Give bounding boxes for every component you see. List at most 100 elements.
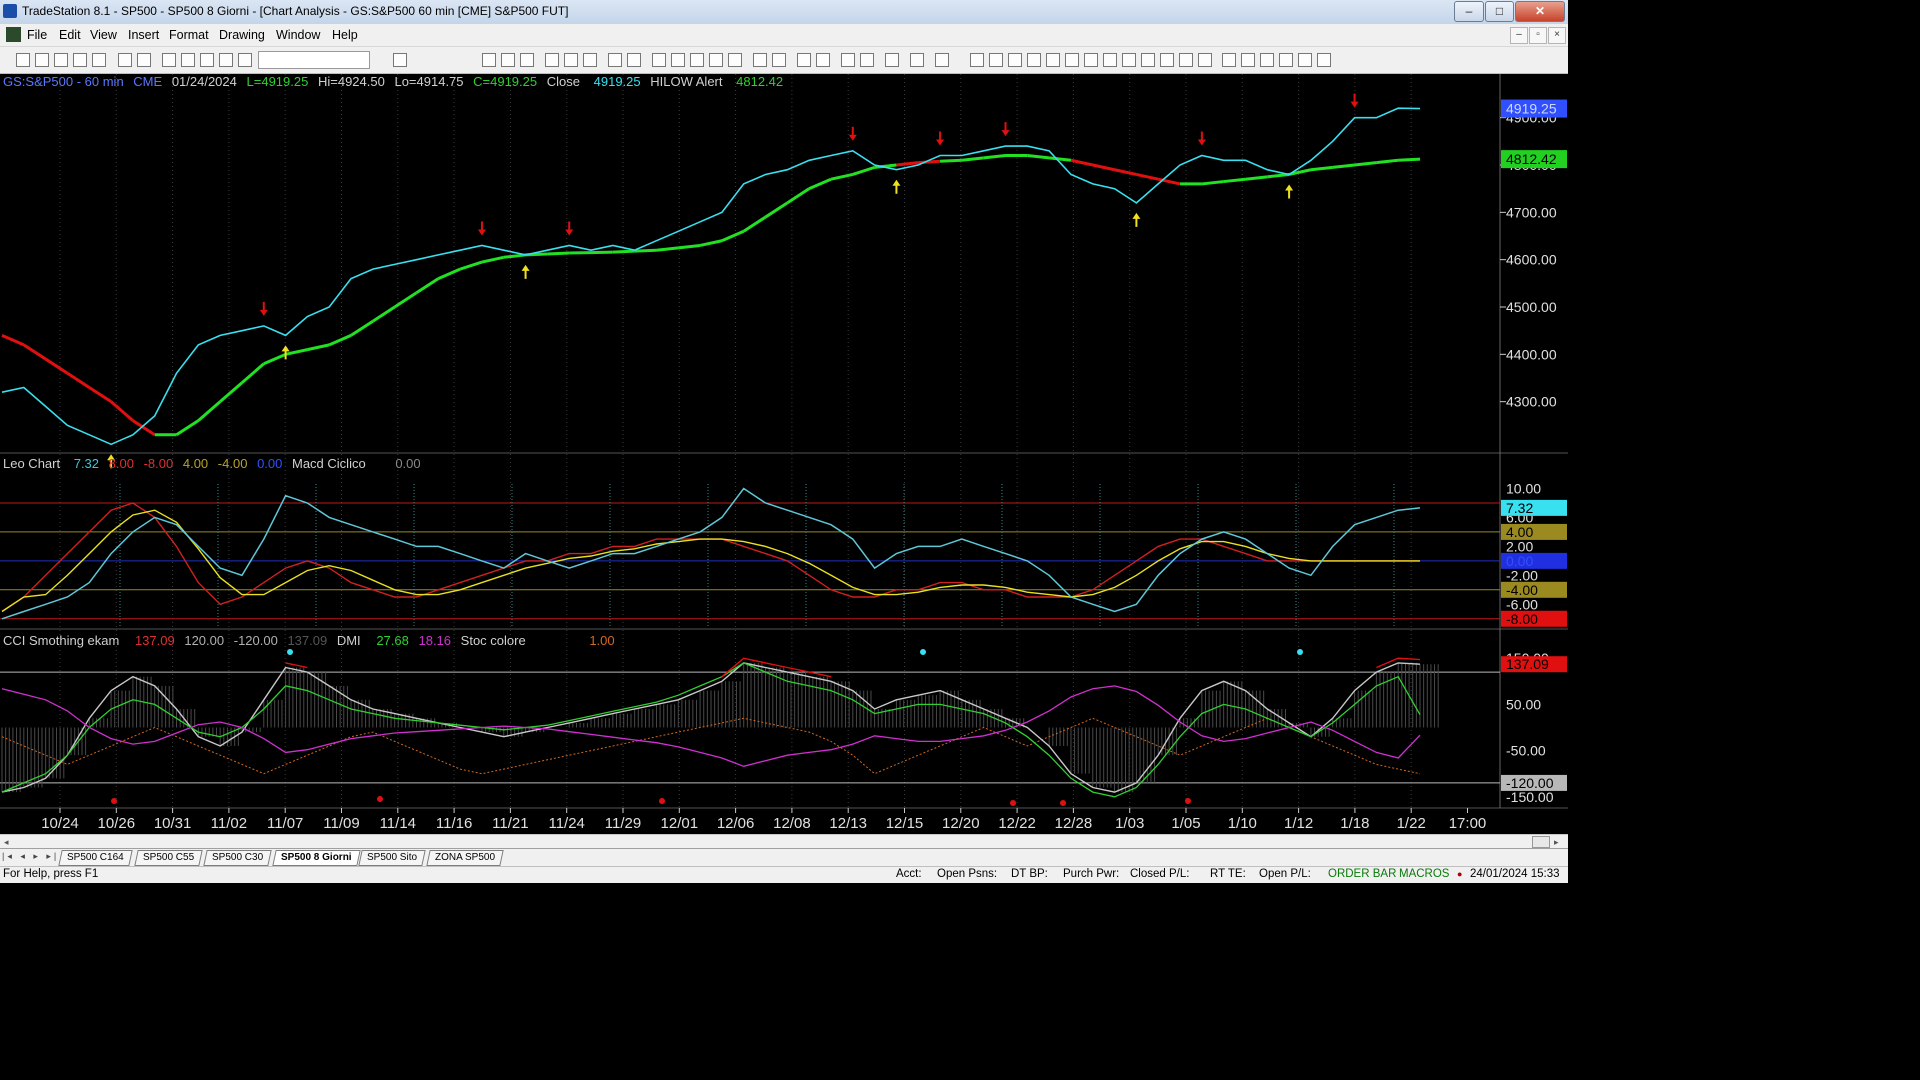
minimize-button[interactable]: – — [1454, 1, 1484, 22]
tools-icon[interactable] — [885, 53, 899, 67]
menu-window[interactable]: Window — [276, 28, 320, 42]
text-icon[interactable] — [1317, 53, 1331, 67]
order-bar-button[interactable]: ORDER BAR — [1328, 868, 1396, 880]
fibonacci-icon[interactable] — [1027, 53, 1041, 67]
trendline-icon[interactable] — [970, 53, 984, 67]
gann-fan-icon[interactable] — [1065, 53, 1079, 67]
scroll-right-icon[interactable]: ▸ — [1554, 837, 1559, 848]
hilow-alert-segment — [197, 400, 222, 422]
indicator-icon[interactable] — [608, 53, 622, 67]
date-label: 01/24/2024 — [171, 74, 237, 89]
price-axis-label: 4300.00 — [1506, 394, 1557, 410]
arc-icon[interactable] — [1046, 53, 1060, 67]
menu-help[interactable]: Help — [332, 28, 358, 42]
radarscreen-icon[interactable] — [564, 53, 578, 67]
search-icon[interactable] — [393, 53, 407, 67]
hilow-alert-segment — [634, 248, 657, 253]
open-workspace-icon[interactable] — [54, 53, 68, 67]
tab-sp500-c164[interactable]: SP500 C164 — [58, 850, 133, 866]
tab-sp500-8-giorni[interactable]: SP500 8 Giorni — [272, 850, 361, 866]
cycle-icon[interactable] — [1179, 53, 1193, 67]
window-cascade-icon[interactable] — [501, 53, 515, 67]
chart-canvas[interactable]: 4900.004800.004700.004600.004500.004400.… — [0, 74, 1568, 834]
strategy-icon[interactable] — [627, 53, 641, 67]
vertical-lines-icon[interactable] — [989, 53, 1003, 67]
speed-lines-icon[interactable] — [1084, 53, 1098, 67]
zoom-in-icon[interactable] — [797, 53, 811, 67]
mdi-restore-button[interactable]: ▫ — [1529, 27, 1547, 44]
stoc-colore-label: Stoc colore — [460, 633, 526, 648]
tab-zona-sp500[interactable]: ZONA SP500 — [426, 850, 504, 866]
hilow-alert-segment — [786, 187, 810, 205]
leo-value-1: 7.32 — [73, 456, 100, 471]
layout-icon[interactable] — [181, 53, 195, 67]
chart-window-icon[interactable] — [6, 27, 21, 42]
parallel-lines-icon[interactable] — [1160, 53, 1174, 67]
chart-analysis-icon[interactable] — [545, 53, 559, 67]
price-header: GS:S&P500 - 60 min CME 01/24/2024 L=4919… — [3, 74, 783, 89]
horizontal-scrollbar[interactable]: ◂ ▸ — [0, 834, 1568, 848]
symbol-select[interactable] — [258, 51, 370, 69]
horizontal-lines-icon[interactable] — [1008, 53, 1022, 67]
andrews-pitchfork-icon[interactable] — [1103, 53, 1117, 67]
tab-sp500-sito[interactable]: SP500 Sito — [358, 850, 426, 866]
lock-icon[interactable] — [200, 53, 214, 67]
line-chart-icon[interactable] — [690, 53, 704, 67]
mdi-close-button[interactable]: × — [1548, 27, 1566, 44]
point-figure-icon[interactable] — [709, 53, 723, 67]
tab-nav-arrows-icon[interactable]: |◂ ◂ ▸ ▸| — [2, 851, 59, 862]
window-tile-icon[interactable] — [482, 53, 496, 67]
macd-ciclico-red-line — [1, 502, 1420, 613]
menu-insert[interactable]: Insert — [128, 28, 159, 42]
pointer-icon[interactable] — [841, 53, 855, 67]
arrow-up-icon[interactable] — [1260, 53, 1274, 67]
curve-icon[interactable] — [1222, 53, 1236, 67]
tab-sp500-c55[interactable]: SP500 C55 — [134, 850, 203, 866]
ellipse-icon[interactable] — [1279, 53, 1293, 67]
regression-icon[interactable] — [1122, 53, 1136, 67]
open-positions-label: Open Psns: — [937, 868, 998, 880]
chart-analysis-window[interactable]: 4900.004800.004700.004600.004500.004400.… — [0, 74, 1568, 834]
grid-icon[interactable] — [520, 53, 534, 67]
palette-icon[interactable] — [238, 53, 252, 67]
delete-icon[interactable] — [935, 53, 949, 67]
edit-icon[interactable] — [219, 53, 233, 67]
compress-icon[interactable] — [772, 53, 786, 67]
scroll-left-icon[interactable]: ◂ — [4, 837, 9, 848]
bar-chart-icon[interactable] — [652, 53, 666, 67]
rectangle-icon[interactable] — [1298, 53, 1312, 67]
save-icon[interactable] — [92, 53, 106, 67]
properties-icon[interactable] — [910, 53, 924, 67]
print-preview-icon[interactable] — [137, 53, 151, 67]
time-axis-label: 12/28 — [1055, 815, 1093, 832]
zoom-out-icon[interactable] — [816, 53, 830, 67]
menu-drawing[interactable]: Drawing — [219, 28, 265, 42]
hilow-alert-segment — [1398, 157, 1421, 162]
hilow-alert-segment — [742, 215, 767, 233]
expand-icon[interactable] — [753, 53, 767, 67]
mdi-minimize-button[interactable]: – — [1510, 27, 1528, 44]
refresh-icon[interactable] — [162, 53, 176, 67]
scroll-thumb[interactable] — [1532, 836, 1550, 848]
time-axis-label: 1/10 — [1228, 815, 1257, 832]
copy-icon[interactable] — [73, 53, 87, 67]
menu-format[interactable]: Format — [169, 28, 209, 42]
candle-icon[interactable] — [671, 53, 685, 67]
bar-spacing-icon[interactable] — [728, 53, 742, 67]
menu-view[interactable]: View — [90, 28, 117, 42]
print-icon[interactable] — [118, 53, 132, 67]
data-tip-icon[interactable] — [860, 53, 874, 67]
tab-sp500-c30[interactable]: SP500 C30 — [203, 850, 272, 866]
menu-file[interactable]: File — [27, 28, 47, 42]
maximize-button[interactable]: □ — [1485, 1, 1514, 22]
menu-edit[interactable]: Edit — [59, 28, 81, 42]
pencil-icon[interactable] — [1198, 53, 1212, 67]
horizontal-arrow-icon[interactable] — [1141, 53, 1155, 67]
macros-button[interactable]: MACROS — [1399, 868, 1449, 880]
arrow-down-icon[interactable] — [1241, 53, 1255, 67]
new-icon[interactable] — [16, 53, 30, 67]
cci-value-2: 120.00 — [184, 633, 225, 648]
close-button[interactable]: ✕ — [1515, 1, 1565, 22]
open-icon[interactable] — [35, 53, 49, 67]
matrix-icon[interactable] — [583, 53, 597, 67]
